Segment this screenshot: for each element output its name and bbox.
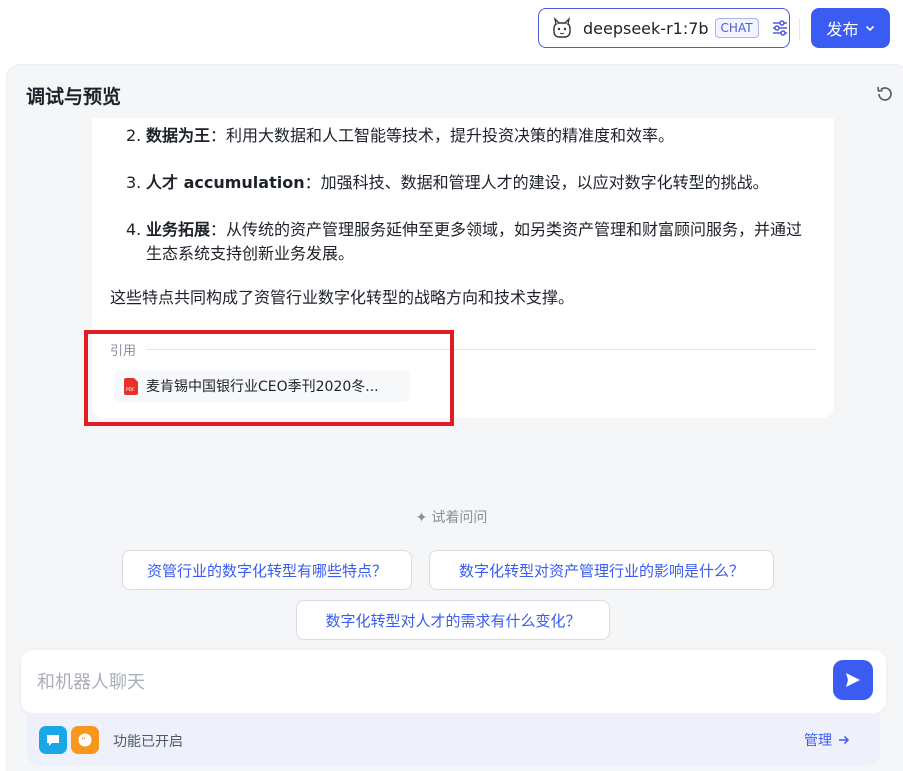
suggestion-chip[interactable]: 资管行业的数字化转型有哪些特点？ [122,550,412,590]
chat-tag: CHAT [714,18,759,38]
list-item-title: 数据为王 [146,126,211,145]
list-item-text: ：从传统的资产管理服务延伸至更多领域，如另类资产管理和财富顾问服务，并通过生态系… [146,220,803,263]
list-item-text: ：加强科技、数据和管理人才的建设，以应对数字化转型的挑战。 [304,173,769,192]
model-selector[interactable]: deepseek-r1:7b CHAT [538,8,790,48]
list-number: 2. [126,126,142,145]
list-item: 2. 数据为王：利用大数据和人工智能等技术，提升投资决策的精准度和效率。 [126,124,816,148]
settings-sliders-icon[interactable] [771,19,789,37]
suggestion-text: 数字化转型对资产管理行业的影响是什么？ [458,561,744,580]
list-item-title: 人才 accumulation [146,173,305,192]
manage-label: 管理 [804,733,832,749]
chat-composer [21,650,886,713]
feature-bar: ” 功能已开启 管理 [27,713,880,765]
list-number: 4. [126,220,142,239]
suggestion-text: 资管行业的数字化转型有哪些特点？ [146,561,387,580]
suggestion-chip[interactable]: 数字化转型对资产管理行业的影响是什么？ [429,550,774,590]
suggestion-chip[interactable]: 数字化转型对人才的需求有什么变化？ [296,600,610,640]
robot-avatar-icon [553,17,571,38]
list-item: 3. 人才 accumulation：加强科技、数据和管理人才的建设，以应对数字… [126,171,816,195]
sparkle-icon: ✦ [415,510,428,526]
refresh-icon[interactable] [875,84,895,104]
chevron-down-icon [865,25,874,32]
publish-label: 发布 [826,20,859,39]
list-number: 3. [126,173,142,192]
list-item-text: ：利用大数据和人工智能等技术，提升投资决策的精准度和效率。 [210,126,675,145]
message-summary: 这些特点共同构成了资管行业数字化转型的战略方向和技术支撑。 [110,288,575,307]
chat-input[interactable] [37,662,817,702]
model-name: deepseek-r1:7b [583,18,709,38]
list-item-title: 业务拓展 [146,220,211,239]
top-bar: deepseek-r1:7b CHAT 发布 [0,0,903,58]
suggestions-header: ✦ 试着问问 [0,507,903,527]
feature-status: 功能已开启 [113,734,183,750]
svg-text:”: ” [81,737,86,747]
arrow-right-icon [839,735,850,745]
list-item: 4. 业务拓展：从传统的资产管理服务延伸至更多领域，如另类资产管理和财富顾问服务… [126,218,816,266]
panel-title: 调试与预览 [26,86,122,108]
highlight-box [84,330,454,426]
suggestion-text: 数字化转型对人才的需求有什么变化？ [325,611,581,630]
publish-button[interactable]: 发布 [811,8,890,48]
chat-bubble-icon[interactable] [39,726,67,754]
suggestions-title: 试着问问 [431,510,488,526]
quote-icon[interactable]: ” [71,726,99,754]
manage-link[interactable]: 管理 [804,730,850,750]
send-button[interactable] [833,660,873,700]
send-icon [846,673,860,687]
header-divider [799,18,800,40]
